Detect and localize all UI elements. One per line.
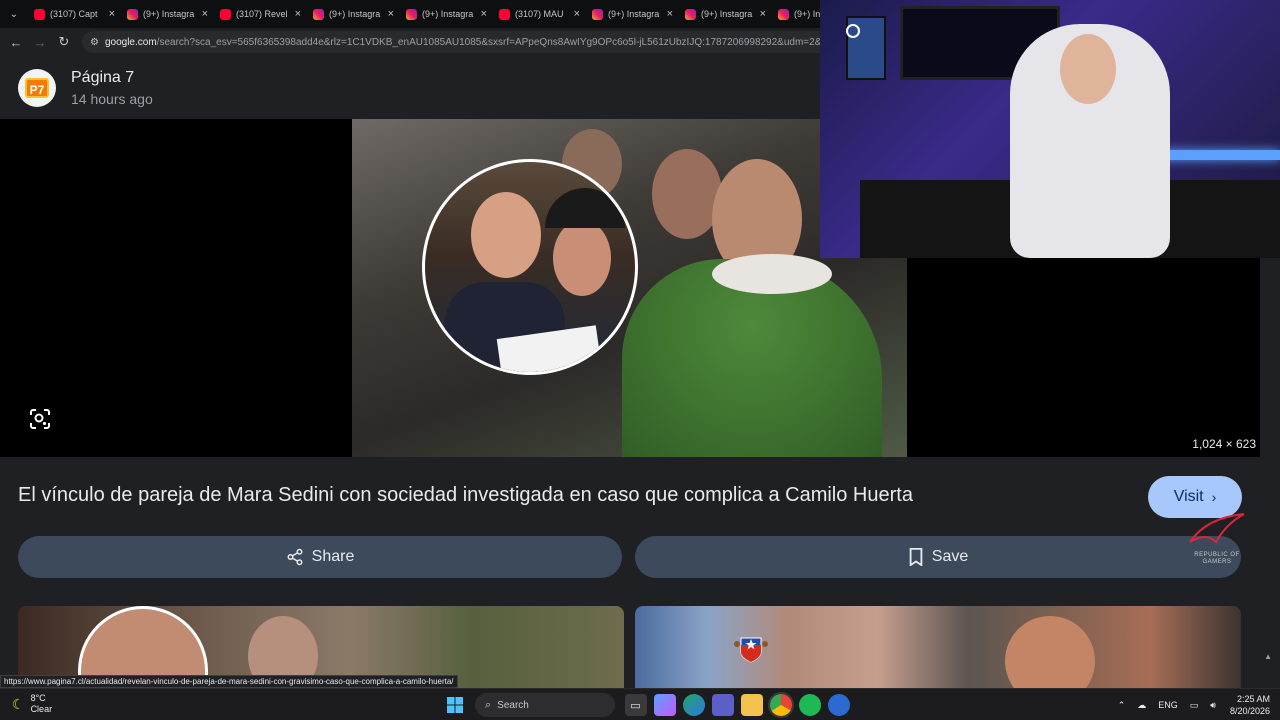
network-icon[interactable]: ▭ [1190, 700, 1199, 711]
save-label: Save [931, 548, 969, 565]
rog-logo-text: REPUBLIC OF GAMERS [1194, 552, 1240, 565]
chevron-right-icon: › [1211, 489, 1217, 505]
tab-label: (9+) Instagra [143, 9, 195, 19]
tab-label: (3107) MAU [515, 9, 564, 19]
streamer-face [1060, 34, 1116, 104]
address-bar[interactable]: ⚙ google.com/search?sca_esv=565f6365398a… [82, 31, 842, 53]
youtube-icon [220, 8, 231, 20]
weather-temp: 8°C [30, 693, 46, 703]
url-path: /search?sca_esv=565f6365398add4e&rlz=1C1… [156, 36, 842, 48]
language-indicator[interactable]: ENG [1158, 700, 1178, 710]
close-tab-icon[interactable]: × [295, 8, 301, 20]
browser-tab[interactable]: (9+) Instagra × [121, 0, 214, 28]
taskbar-search-label: Search [497, 699, 529, 711]
source-name: Página 7 [71, 69, 135, 86]
browser-tab[interactable]: (3107) Revel × [214, 0, 307, 28]
source-logo-text: P7 [25, 78, 49, 98]
clock-time: 2:25 AM [1236, 694, 1270, 704]
tab-label: (9+) Instagra [608, 9, 660, 19]
hood [712, 254, 832, 294]
site-info-icon[interactable]: ⚙ [90, 37, 99, 48]
teams-icon[interactable] [711, 694, 734, 716]
tray-app-icon[interactable]: ☁ [1137, 700, 1146, 711]
forward-arrow-icon[interactable]: → [28, 35, 52, 50]
clock-date: 8/20/2026 [1229, 706, 1270, 716]
tab-label: (3107) Revel [236, 9, 288, 19]
link-status-bubble: https://www.pagina7.cl/actualidad/revela… [0, 675, 458, 688]
scrollbar-up-arrow-icon[interactable]: ▲ [1264, 652, 1272, 661]
browser-tab[interactable]: (3107) MAU × [493, 0, 586, 28]
tab-label: (3107) Capt [50, 9, 98, 19]
tab-search-chevron-icon[interactable]: ⌄ [0, 0, 28, 28]
close-tab-icon[interactable]: × [388, 8, 394, 20]
cursor-ring-icon [846, 24, 860, 38]
chrome-icon[interactable] [769, 694, 792, 716]
youtube-icon [34, 8, 45, 20]
inset-circle-photo [422, 159, 638, 375]
browser-tab[interactable]: (3107) Capt × [28, 0, 121, 28]
share-button[interactable]: Share [18, 536, 622, 578]
tab-label: (9+) Instagra [701, 9, 753, 19]
share-icon [287, 548, 303, 566]
close-tab-icon[interactable]: × [667, 8, 673, 20]
close-tab-icon[interactable]: × [481, 8, 487, 20]
tab-label: (9+) Instagra [422, 9, 474, 19]
chile-crest-emblem [733, 630, 769, 664]
image-dimensions: 1,024 × 623 [1192, 437, 1256, 451]
browser-tab[interactable]: (9+) Instagra × [679, 0, 772, 28]
instagram-icon [313, 8, 324, 20]
image-title-link[interactable]: El vínculo de pareja de Mara Sedini con … [18, 484, 913, 507]
taskbar-search[interactable]: ⌕ Search [475, 693, 615, 717]
search-icon: ⌕ [485, 698, 492, 711]
tab-label: (9+) Instagra [329, 9, 381, 19]
tabs-list: (3107) Capt × (9+) Instagra × (3107) Revel ×(… [28, 0, 865, 28]
instagram-icon [127, 8, 138, 20]
share-label: Share [311, 548, 355, 565]
tray-overflow-chevron-icon[interactable]: ⌃ [1118, 700, 1126, 711]
back-arrow-icon[interactable]: ← [4, 35, 28, 50]
taskbar-apps: ⌕ Search ▭ [440, 693, 853, 717]
weather-condition: Clear [30, 704, 53, 714]
browser-tab[interactable]: (9+) Instagra × [586, 0, 679, 28]
edge-icon[interactable] [682, 694, 705, 716]
source-time: 14 hours ago [71, 91, 153, 107]
close-tab-icon[interactable]: × [574, 8, 580, 20]
related-image-thumbnail[interactable] [635, 606, 1241, 688]
copilot-icon[interactable] [653, 694, 676, 716]
close-tab-icon[interactable]: × [202, 8, 208, 20]
source-info[interactable]: P7 Página 7 14 hours ago [18, 69, 153, 107]
instagram-icon [592, 8, 603, 20]
browser-tab[interactable]: (9+) Instagra × [307, 0, 400, 28]
moon-icon: ☾ [12, 695, 25, 712]
windows-start-icon[interactable] [444, 694, 466, 716]
instagram-icon [685, 8, 696, 20]
volume-icon[interactable]: 🔊︎ [1210, 700, 1216, 711]
url-host: google.com [104, 36, 157, 48]
browser-tab[interactable]: (9+) Instagra × [400, 0, 493, 28]
source-logo: P7 [18, 69, 56, 107]
file-explorer-icon[interactable] [740, 694, 763, 716]
close-tab-icon[interactable]: × [760, 8, 766, 20]
bookmark-icon [909, 548, 923, 566]
system-tray: ⌃ ☁ ENG ▭ 🔊︎ 2:25 AM 8/20/2026 [1112, 693, 1270, 717]
save-button[interactable]: Save [635, 536, 1241, 578]
instagram-icon [406, 8, 417, 20]
spotify-icon[interactable] [798, 694, 821, 716]
reload-icon[interactable]: ↻ [52, 34, 76, 50]
instagram-icon [778, 8, 789, 20]
app-icon[interactable] [827, 694, 850, 716]
rog-logo: REPUBLIC OF GAMERS [1186, 512, 1248, 565]
youtube-icon [499, 8, 510, 20]
taskbar: ☾ 8°C Clear ⌕ Search ▭ ⌃ ☁ ENG ▭ 🔊︎ 2:25 A… [0, 688, 1280, 720]
close-tab-icon[interactable]: × [109, 8, 115, 20]
weather-widget[interactable]: ☾ 8°C Clear [12, 693, 52, 715]
google-lens-icon[interactable] [28, 407, 52, 431]
webcam-overlay [820, 0, 1280, 258]
visit-label: Visit [1173, 488, 1204, 505]
clock[interactable]: 2:25 AM 8/20/2026 [1230, 693, 1270, 717]
task-view-icon[interactable]: ▭ [624, 694, 647, 716]
